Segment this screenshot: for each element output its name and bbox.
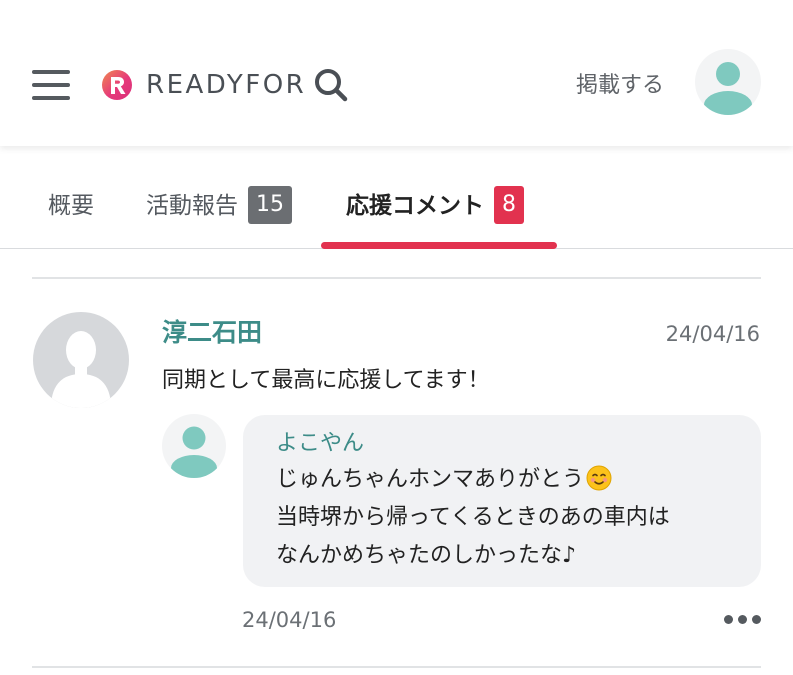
comment-count-badge: 8 — [494, 185, 524, 224]
tab-activity-reports-label: 活動報告 — [146, 193, 238, 219]
comment-date: 24/04/16 — [665, 322, 760, 346]
default-person-icon — [51, 331, 111, 408]
more-options-button[interactable] — [720, 606, 764, 634]
reply-text-line-2: 当時堺から帰ってくるときのあの車内は — [276, 505, 670, 530]
user-silhouette-icon — [171, 426, 217, 478]
commenter-avatar[interactable] — [33, 312, 129, 408]
comment-top-divider — [32, 277, 761, 279]
readyfor-logo-icon[interactable] — [98, 70, 136, 100]
tab-support-comments-label: 応援コメント — [346, 193, 484, 219]
tab-overview[interactable]: 概要 — [48, 186, 94, 226]
reply-text-line-3: なんかめちゃたのしかったな♪ — [276, 543, 577, 568]
search-icon[interactable] — [313, 67, 349, 103]
active-tab-indicator — [321, 242, 557, 249]
tab-overview-label: 概要 — [48, 193, 94, 219]
brand-wordmark[interactable]: READYFOR — [146, 68, 306, 102]
post-project-link[interactable]: 掲載する — [576, 70, 664, 102]
reply-text-line-1: じゅんちゃんホンマありがとう — [276, 462, 612, 498]
dot-icon — [738, 615, 747, 624]
tab-activity-reports[interactable]: 活動報告 15 — [146, 185, 292, 226]
app-header: READYFOR 掲載する — [0, 0, 793, 146]
reply-text-line-1-text: じゅんちゃんホンマありがとう — [276, 467, 585, 492]
replier-name: よこやん — [276, 431, 365, 456]
reply-date: 24/04/16 — [242, 608, 337, 632]
menu-icon[interactable] — [32, 70, 70, 100]
dot-icon — [752, 615, 761, 624]
user-avatar[interactable] — [695, 49, 761, 115]
tab-support-comments[interactable]: 応援コメント 8 — [346, 185, 524, 226]
replier-avatar[interactable] — [162, 414, 226, 478]
comment-text: 同期として最高に応援してます！ — [162, 368, 490, 393]
user-silhouette-icon — [704, 62, 752, 115]
dot-icon — [724, 615, 733, 624]
activity-count-badge: 15 — [248, 185, 292, 224]
commenter-name[interactable]: 淳二石田 — [162, 316, 262, 350]
smiling-face-icon — [586, 465, 612, 491]
comment-bottom-divider — [32, 666, 761, 668]
